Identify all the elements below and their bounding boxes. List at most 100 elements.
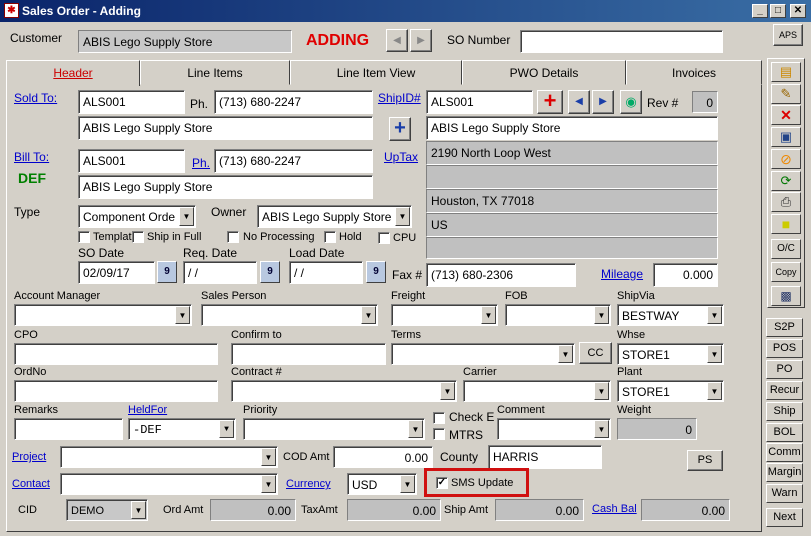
ship-line-1[interactable]: ABIS Lego Supply Store xyxy=(426,116,718,140)
terms-select[interactable]: ▼ xyxy=(391,343,575,365)
cid-select[interactable]: DEMO ▼ xyxy=(66,499,148,521)
ordno-input[interactable] xyxy=(14,380,218,402)
print-icon[interactable]: ⎙ xyxy=(771,192,801,212)
tab-header[interactable]: Header xyxy=(6,60,140,86)
sold-to-code-input[interactable]: ALS001 xyxy=(78,90,185,114)
comment-select[interactable]: ▼ xyxy=(497,418,611,440)
hold-checkbox[interactable] xyxy=(324,231,336,243)
ship-id-input[interactable]: ALS001 xyxy=(426,90,533,114)
cancel-icon[interactable]: ⊘ xyxy=(771,149,801,169)
bill-to-name-input[interactable]: ABIS Lego Supply Store xyxy=(78,175,373,199)
contract-select[interactable]: ▼ xyxy=(231,380,457,402)
next-button[interactable]: Next xyxy=(766,508,803,527)
add-ship-plus-icon[interactable]: + xyxy=(537,90,563,114)
so-date-input[interactable]: 02/09/17 xyxy=(78,261,155,284)
tab-line-items[interactable]: Line Items xyxy=(140,60,290,85)
recur-button[interactable]: Recur xyxy=(766,381,803,400)
tab-pwo-details[interactable]: PWO Details xyxy=(462,60,626,85)
sold-to-phone-input[interactable]: (713) 680-2247 xyxy=(214,90,373,114)
sms-update-checkbox[interactable]: ✓ xyxy=(436,477,448,489)
new-doc-icon[interactable]: ▤ xyxy=(771,62,801,82)
freight-select[interactable]: ▼ xyxy=(391,304,498,326)
load-date-input[interactable]: / / xyxy=(289,261,363,284)
type-select[interactable]: Component Orde ▼ xyxy=(78,205,196,228)
bill-to-link[interactable]: Bill To: xyxy=(14,150,49,164)
copy-button[interactable]: Copy xyxy=(771,262,801,282)
margin-button[interactable]: Margin xyxy=(766,463,803,482)
confirm-to-input[interactable] xyxy=(231,343,386,365)
check-e-checkbox[interactable] xyxy=(433,412,445,424)
fax-input[interactable]: (713) 680-2306 xyxy=(426,263,576,287)
req-date-input[interactable]: / / xyxy=(183,261,257,284)
heldfor-select[interactable]: -DEF ▼ xyxy=(128,418,236,440)
globe-icon[interactable]: ◉ xyxy=(620,90,642,114)
uptax-link[interactable]: UpTax xyxy=(384,150,418,164)
refresh-icon[interactable]: ⟳ xyxy=(771,171,801,191)
ps-button[interactable]: PS xyxy=(687,450,723,471)
ship-prev-button[interactable]: ◀ xyxy=(568,90,590,114)
bill-to-phone-input[interactable]: (713) 680-2247 xyxy=(214,149,373,173)
cash-bal-link[interactable]: Cash Bal xyxy=(592,503,637,515)
mileage-link[interactable]: Mileage xyxy=(601,267,643,281)
prev-record-button[interactable]: ◀ xyxy=(386,29,408,52)
pos-button[interactable]: POS xyxy=(766,339,803,358)
ship-in-full-checkbox[interactable] xyxy=(132,231,144,243)
priority-select[interactable]: ▼ xyxy=(243,418,425,440)
carrier-select[interactable]: ▼ xyxy=(463,380,611,402)
add-plus-icon[interactable]: + xyxy=(389,117,411,141)
owner-select[interactable]: ABIS Lego Supply Store ▼ xyxy=(257,205,412,228)
bill-to-code-input[interactable]: ALS001 xyxy=(78,149,185,173)
tab-invoices[interactable]: Invoices xyxy=(626,60,762,85)
calendar-icon[interactable]: 9 xyxy=(366,261,386,283)
bol-button[interactable]: BOL xyxy=(766,423,803,442)
project-link[interactable]: Project xyxy=(12,451,46,463)
delete-icon[interactable]: ✕ xyxy=(771,105,801,125)
mileage-input[interactable]: 0.000 xyxy=(653,263,718,287)
mtrs-checkbox[interactable] xyxy=(433,428,445,440)
customer-field[interactable]: ABIS Lego Supply Store xyxy=(78,30,292,53)
next-record-button[interactable]: ▶ xyxy=(410,29,432,52)
sold-to-name-input[interactable]: ABIS Lego Supply Store xyxy=(78,116,373,140)
cpo-input[interactable] xyxy=(14,343,218,365)
currency-link[interactable]: Currency xyxy=(286,478,331,490)
ship-next-button[interactable]: ▶ xyxy=(592,90,614,114)
edit-icon[interactable]: ✎ xyxy=(771,84,801,104)
cod-amt-input[interactable]: 0.00 xyxy=(333,446,433,468)
so-number-input[interactable] xyxy=(520,30,723,53)
maximize-button[interactable]: □ xyxy=(770,4,786,18)
heldfor-link[interactable]: HeldFor xyxy=(128,404,167,416)
county-input[interactable]: HARRIS xyxy=(488,445,602,469)
fob-select[interactable]: ▼ xyxy=(505,304,611,326)
plant-select[interactable]: STORE1 ▼ xyxy=(617,380,724,402)
account-manager-select[interactable]: ▼ xyxy=(14,304,192,326)
sold-to-link[interactable]: Sold To: xyxy=(14,91,57,105)
template-checkbox[interactable] xyxy=(78,231,90,243)
po-button[interactable]: PO xyxy=(766,360,803,379)
close-button[interactable]: ✕ xyxy=(790,4,806,18)
comm-button[interactable]: Comm xyxy=(766,443,803,462)
no-processing-checkbox[interactable] xyxy=(227,231,239,243)
project-select[interactable]: ▼ xyxy=(60,446,278,468)
oc-button[interactable]: O/C xyxy=(771,239,801,259)
currency-select[interactable]: USD ▼ xyxy=(347,473,417,495)
bill-to-ph-link[interactable]: Ph. xyxy=(192,156,210,170)
calendar-icon[interactable]: 9 xyxy=(157,261,177,283)
calendar-icon[interactable]: 9 xyxy=(260,261,280,283)
ship-button[interactable]: Ship xyxy=(766,402,803,421)
tab-line-item-view[interactable]: Line Item View xyxy=(290,60,462,85)
s2p-button[interactable]: S2P xyxy=(766,318,803,337)
note-icon[interactable]: ■ xyxy=(771,214,801,234)
sales-person-select[interactable]: ▼ xyxy=(201,304,378,326)
remarks-input[interactable] xyxy=(14,418,123,440)
cc-button[interactable]: CC xyxy=(579,342,612,364)
aps-button[interactable]: APS xyxy=(773,24,803,46)
minimize-button[interactable]: _ xyxy=(752,4,768,18)
cpu-checkbox[interactable] xyxy=(378,232,390,244)
shipvia-select[interactable]: BESTWAY ▼ xyxy=(617,304,724,326)
save-icon[interactable]: ▣ xyxy=(771,127,801,147)
photo-icon[interactable]: ▩ xyxy=(771,286,801,306)
whse-select[interactable]: STORE1 ▼ xyxy=(617,343,724,365)
contact-select[interactable]: ▼ xyxy=(60,473,278,495)
warn-button[interactable]: Warn xyxy=(766,484,803,503)
contact-link[interactable]: Contact xyxy=(12,478,50,490)
